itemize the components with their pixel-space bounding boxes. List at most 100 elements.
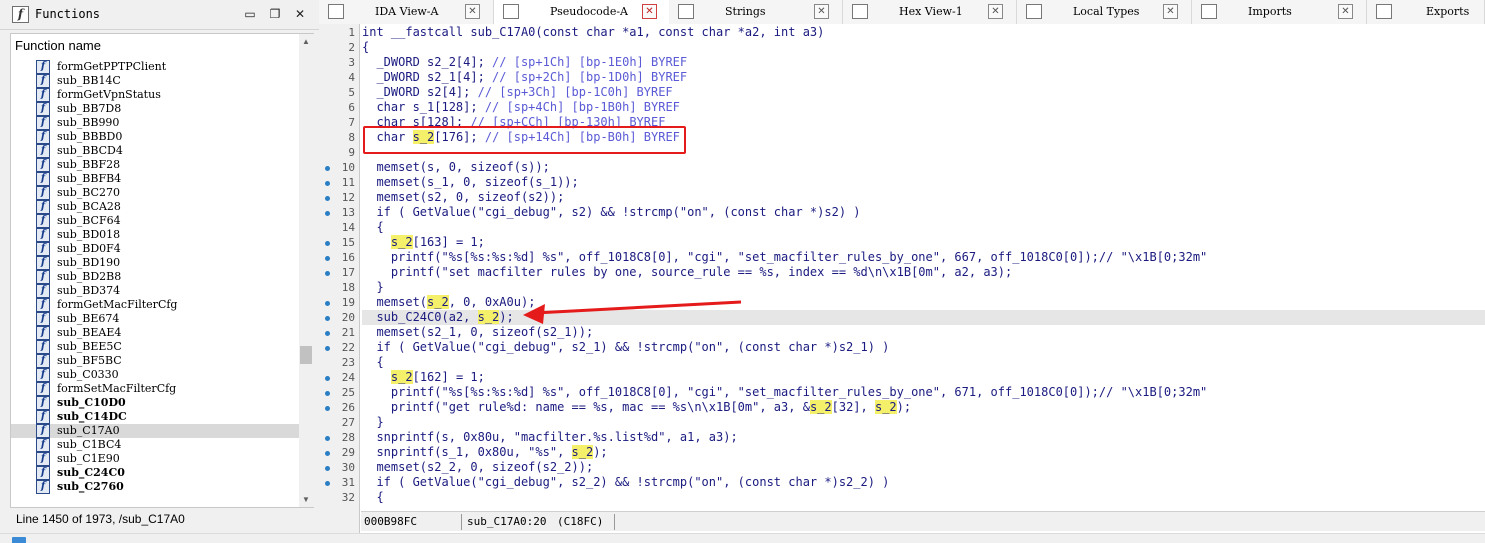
code-line[interactable] [362, 145, 1485, 160]
function-list-item[interactable]: f formGetVpnStatus [11, 88, 299, 102]
function-list-item[interactable]: f sub_BCF64 [11, 214, 299, 228]
tab-close-icon[interactable]: ✕ [465, 4, 480, 19]
code-line[interactable]: s_2[163] = 1; [362, 235, 1485, 250]
close-icon[interactable]: ✕ [291, 5, 309, 23]
tab-close-icon[interactable]: ✕ [988, 4, 1003, 19]
function-list-item[interactable]: f sub_C1E90 [11, 452, 299, 466]
breakpoint-dot-icon[interactable] [325, 271, 330, 276]
function-list-item[interactable]: f sub_BEE5C [11, 340, 299, 354]
tab-close-icon[interactable]: ✕ [1338, 4, 1353, 19]
code-line[interactable]: if ( GetValue("cgi_debug", s2) && !strcm… [362, 205, 1485, 220]
code-lines[interactable]: int __fastcall sub_C17A0(const char *a1,… [362, 24, 1485, 509]
float-icon[interactable]: ❐ [266, 5, 284, 23]
code-line[interactable]: sub_C24C0(a2, s_2); [362, 310, 1485, 325]
minimize-icon[interactable]: ▭ [241, 5, 259, 23]
function-list-item[interactable]: f sub_C24C0 [11, 466, 299, 480]
code-line[interactable]: char s_2[176]; // [sp+14Ch] [bp-B0h] BYR… [362, 130, 1485, 145]
breakpoint-dot-icon[interactable] [325, 391, 330, 396]
code-line[interactable]: } [362, 415, 1485, 430]
code-line[interactable]: memset(s2_1, 0, sizeof(s2_1)); [362, 325, 1485, 340]
code-line[interactable]: memset(s_2, 0, 0xA0u); [362, 295, 1485, 310]
code-line[interactable]: { [362, 490, 1485, 505]
function-list-item[interactable]: f sub_BBF28 [11, 158, 299, 172]
function-list-item[interactable]: f formGetMacFilterCfg [11, 298, 299, 312]
breakpoint-dot-icon[interactable] [325, 301, 330, 306]
highlighted-identifier[interactable]: s_2 [412, 130, 435, 144]
code-line[interactable]: printf("%s[%s:%s:%d] %s", off_1018C8[0],… [362, 250, 1485, 265]
scroll-up-icon[interactable]: ▲ [302, 37, 310, 46]
function-list-item[interactable]: f sub_BCA28 [11, 200, 299, 214]
function-list-item[interactable]: f sub_C10D0 [11, 396, 299, 410]
breakpoint-dot-icon[interactable] [325, 406, 330, 411]
tab-close-icon[interactable]: ✕ [1163, 4, 1178, 19]
breakpoint-dot-icon[interactable] [325, 331, 330, 336]
function-list-item[interactable]: f sub_C17A0 [11, 424, 299, 438]
tab-strings[interactable]: Strings ✕ [669, 0, 843, 24]
code-line[interactable]: snprintf(s_1, 0x80u, "%s", s_2); [362, 445, 1485, 460]
output-window-icon[interactable] [12, 537, 26, 543]
tab-local-types[interactable]: Local Types ✕ [1017, 0, 1192, 24]
code-line[interactable]: { [362, 355, 1485, 370]
function-list-item[interactable]: f sub_BD374 [11, 284, 299, 298]
breakpoint-dot-icon[interactable] [325, 256, 330, 261]
tab-imports[interactable]: Imports ✕ [1192, 0, 1367, 24]
code-line[interactable]: { [362, 40, 1485, 55]
code-line[interactable]: s_2[162] = 1; [362, 370, 1485, 385]
function-list-item[interactable]: f sub_BD0F4 [11, 242, 299, 256]
function-list-item[interactable]: f sub_BF5BC [11, 354, 299, 368]
code-line[interactable]: memset(s2_2, 0, sizeof(s2_2)); [362, 460, 1485, 475]
code-line[interactable]: if ( GetValue("cgi_debug", s2_1) && !str… [362, 340, 1485, 355]
breakpoint-dot-icon[interactable] [325, 376, 330, 381]
scrollbar-thumb[interactable] [300, 346, 312, 364]
breakpoint-dot-icon[interactable] [325, 196, 330, 201]
breakpoint-dot-icon[interactable] [325, 481, 330, 486]
code-line[interactable]: memset(s_1, 0, sizeof(s_1)); [362, 175, 1485, 190]
function-list-item[interactable]: f formSetMacFilterCfg [11, 382, 299, 396]
function-list-item[interactable]: f sub_C1BC4 [11, 438, 299, 452]
code-line[interactable]: int __fastcall sub_C17A0(const char *a1,… [362, 25, 1485, 40]
highlighted-identifier[interactable]: s_2 [874, 400, 897, 414]
highlighted-identifier[interactable]: s_2 [390, 370, 413, 384]
highlighted-identifier[interactable]: s_2 [477, 310, 500, 324]
code-line[interactable]: printf("set macfilter rules by one, sour… [362, 265, 1485, 280]
highlighted-identifier[interactable]: s_2 [390, 235, 413, 249]
function-list-item[interactable]: f sub_BD018 [11, 228, 299, 242]
highlighted-identifier[interactable]: s_2 [571, 445, 594, 459]
highlighted-identifier[interactable]: s_2 [809, 400, 832, 414]
code-line[interactable]: _DWORD s2[4]; // [sp+3Ch] [bp-1C0h] BYRE… [362, 85, 1485, 100]
code-line[interactable]: _DWORD s2_2[4]; // [sp+1Ch] [bp-1E0h] BY… [362, 55, 1485, 70]
code-line[interactable]: if ( GetValue("cgi_debug", s2_2) && !str… [362, 475, 1485, 490]
highlighted-identifier[interactable]: s_2 [427, 295, 449, 309]
tab-close-icon[interactable]: ✕ [642, 4, 657, 19]
function-list-item[interactable]: f sub_BE674 [11, 312, 299, 326]
breakpoint-dot-icon[interactable] [325, 181, 330, 186]
breakpoint-dot-icon[interactable] [325, 241, 330, 246]
function-list-item[interactable]: f sub_C0330 [11, 368, 299, 382]
breakpoint-dot-icon[interactable] [325, 316, 330, 321]
function-list-scrollbar[interactable]: ▲ ▼ [299, 34, 314, 507]
code-line[interactable]: { [362, 220, 1485, 235]
function-list-item[interactable]: f sub_BC270 [11, 186, 299, 200]
tab-pseudocode-a[interactable]: Pseudocode-A ✕ [494, 0, 671, 24]
code-line[interactable]: char s_1[128]; // [sp+4Ch] [bp-1B0h] BYR… [362, 100, 1485, 115]
function-list-item[interactable]: f sub_C14DC [11, 410, 299, 424]
function-list-item[interactable]: f sub_BBCD4 [11, 144, 299, 158]
breakpoint-dot-icon[interactable] [325, 211, 330, 216]
breakpoint-dot-icon[interactable] [325, 166, 330, 171]
tab-close-icon[interactable]: ✕ [814, 4, 829, 19]
function-list-item[interactable]: f sub_BB7D8 [11, 102, 299, 116]
code-line[interactable]: memset(s2, 0, sizeof(s2)); [362, 190, 1485, 205]
breakpoint-dot-icon[interactable] [325, 451, 330, 456]
function-list-item[interactable]: f sub_BD190 [11, 256, 299, 270]
function-list-item[interactable]: f sub_C2760 [11, 480, 299, 494]
tab-ida-view-a[interactable]: IDA View-A ✕ [319, 0, 494, 24]
function-list-item[interactable]: f sub_BB14C [11, 74, 299, 88]
scroll-down-icon[interactable]: ▼ [302, 495, 310, 504]
code-line[interactable]: char s[128]; // [sp+CCh] [bp-130h] BYREF [362, 115, 1485, 130]
function-list-item[interactable]: f sub_BBBD0 [11, 130, 299, 144]
code-line[interactable]: printf("get rule%d: name == %s, mac == %… [362, 400, 1485, 415]
tab-exports[interactable]: Exports [1367, 0, 1485, 24]
code-line[interactable]: memset(s, 0, sizeof(s)); [362, 160, 1485, 175]
breakpoint-dot-icon[interactable] [325, 466, 330, 471]
code-line[interactable]: _DWORD s2_1[4]; // [sp+2Ch] [bp-1D0h] BY… [362, 70, 1485, 85]
